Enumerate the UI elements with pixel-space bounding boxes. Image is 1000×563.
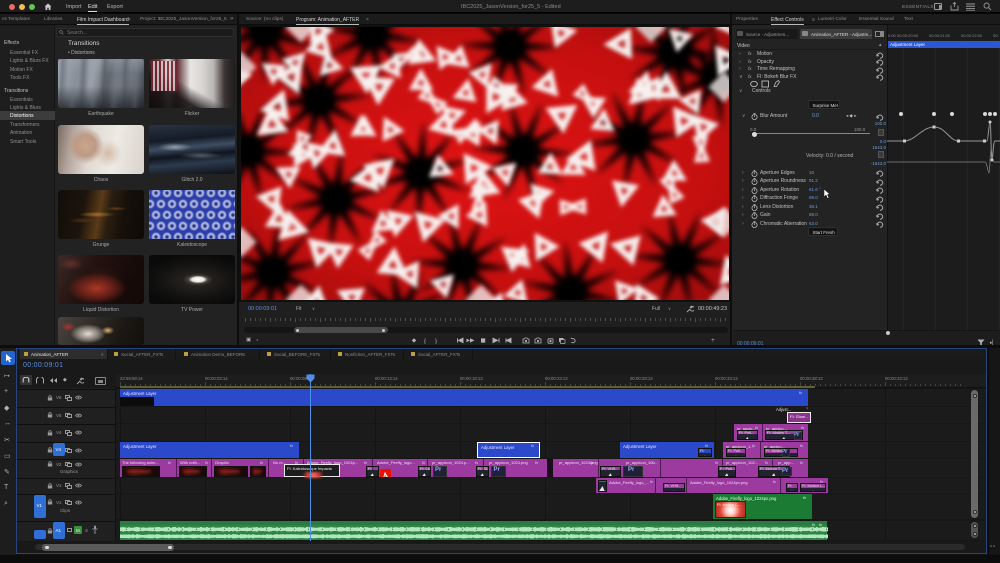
svg-text:}: } <box>435 339 437 344</box>
svg-text:{: { <box>424 339 426 344</box>
